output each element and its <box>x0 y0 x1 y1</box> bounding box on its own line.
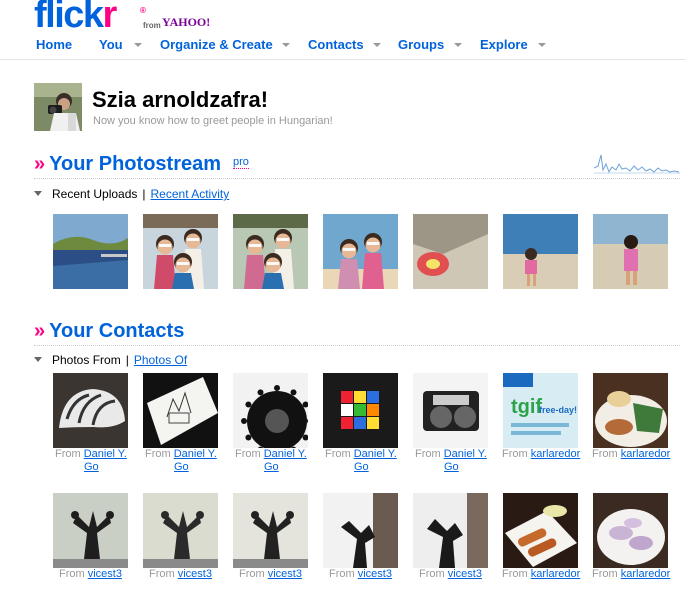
yahoo-logo: YAHOO! <box>162 15 211 29</box>
greeting-title: Szia arnoldzafra! <box>92 87 269 112</box>
photo-caption: From vicest3 <box>419 568 482 580</box>
contact-photo[interactable] <box>593 373 668 448</box>
poster-sub-text: free-day! <box>539 405 577 415</box>
photo-caption: From Daniel Y. Go <box>145 448 217 473</box>
photo-caption: From karlaredor <box>592 568 671 580</box>
nav-organize-menu-arrow-icon[interactable] <box>282 43 290 47</box>
contact-photo[interactable] <box>503 493 578 568</box>
photostream-divider <box>34 178 680 179</box>
nav-explore-menu-arrow-icon[interactable] <box>538 43 546 47</box>
photo-caption: From karlaredor <box>502 568 581 580</box>
author-link[interactable]: Daniel Y. <box>174 448 217 460</box>
author-link[interactable]: vicest3 <box>88 568 122 580</box>
nav-organize-create[interactable]: Organize & Create <box>160 37 273 52</box>
nav-groups-menu-arrow-icon[interactable] <box>454 43 462 47</box>
author-link[interactable]: karlaredor <box>531 568 581 580</box>
contact-photo[interactable] <box>143 373 218 448</box>
photostream-photo[interactable] <box>53 214 128 289</box>
nav-explore[interactable]: Explore <box>480 37 528 52</box>
photo-caption: From vicest3 <box>329 568 392 580</box>
photostream-photo[interactable] <box>323 214 398 289</box>
contact-photo[interactable] <box>323 373 398 448</box>
photo-caption: From vicest3 <box>59 568 122 580</box>
contact-photo[interactable] <box>143 493 218 568</box>
author-link[interactable]: Go <box>264 461 279 473</box>
contact-photo[interactable] <box>593 493 668 568</box>
author-link[interactable]: karlaredor <box>621 568 671 580</box>
author-link[interactable]: karlaredor <box>531 448 581 460</box>
photostream-photo[interactable] <box>413 214 488 289</box>
nav-contacts[interactable]: Contacts <box>308 37 364 52</box>
contact-photo[interactable] <box>323 493 398 568</box>
pro-badge[interactable]: pro <box>233 157 249 169</box>
photostream-photo[interactable] <box>143 214 218 289</box>
tab-photos-from: Photos From <box>52 353 121 367</box>
contacts-tabs: Photos From | Photos Of <box>34 353 187 367</box>
contacts-divider <box>34 345 680 346</box>
author-link[interactable]: vicest3 <box>448 568 482 580</box>
author-link[interactable]: vicest3 <box>358 568 392 580</box>
photostream-photo[interactable] <box>593 214 668 289</box>
avatar[interactable] <box>34 83 82 131</box>
photo-caption: From karlaredor <box>592 448 671 460</box>
nav-groups[interactable]: Groups <box>398 37 444 52</box>
contact-photo[interactable] <box>233 493 308 568</box>
tab-recent-uploads: Recent Uploads <box>52 187 138 201</box>
nav-you[interactable]: You <box>99 37 123 52</box>
tab-photos-of[interactable]: Photos Of <box>134 353 187 367</box>
author-link[interactable]: Go <box>174 461 189 473</box>
author-link[interactable]: Daniel Y. <box>444 448 487 460</box>
author-link[interactable]: Daniel Y. <box>84 448 127 460</box>
photo-caption: From karlaredor <box>502 448 581 460</box>
author-link[interactable]: Daniel Y. <box>264 448 307 460</box>
contacts-heading[interactable]: » Your Contacts <box>34 320 184 343</box>
author-link[interactable]: Go <box>354 461 369 473</box>
tab-recent-activity[interactable]: Recent Activity <box>151 187 230 201</box>
author-link[interactable]: vicest3 <box>178 568 212 580</box>
nav-contacts-menu-arrow-icon[interactable] <box>373 43 381 47</box>
logo-from: from <box>143 21 161 30</box>
photostream-photo[interactable] <box>233 214 308 289</box>
contact-photo[interactable] <box>53 373 128 448</box>
author-link[interactable]: karlaredor <box>621 448 671 460</box>
photostream-photo[interactable] <box>503 214 578 289</box>
contact-photo[interactable] <box>413 493 488 568</box>
contact-photo[interactable] <box>53 493 128 568</box>
photostream-heading[interactable]: » Your Photostream <box>34 153 221 176</box>
author-link[interactable]: Go <box>444 461 459 473</box>
poster-tgif-text: tgif <box>511 396 542 418</box>
contact-photo[interactable]: tgif free-day! <box>503 373 578 448</box>
activity-sparkline-icon[interactable] <box>594 152 680 176</box>
logo-wordmark: flickr <box>34 0 117 36</box>
header-divider <box>0 59 686 60</box>
photo-caption: From Daniel Y. Go <box>325 448 397 473</box>
photo-caption: From Daniel Y. Go <box>235 448 307 473</box>
expand-triangle-icon[interactable] <box>34 357 42 363</box>
photo-caption: From Daniel Y. Go <box>415 448 487 473</box>
author-link[interactable]: Daniel Y. <box>354 448 397 460</box>
photo-caption: From vicest3 <box>149 568 212 580</box>
photo-caption: From vicest3 <box>239 568 302 580</box>
contact-photo[interactable] <box>413 373 488 448</box>
expand-triangle-icon[interactable] <box>34 191 42 197</box>
contact-photo[interactable] <box>233 373 308 448</box>
nav-you-menu-arrow-icon[interactable] <box>134 43 142 47</box>
nav-home[interactable]: Home <box>36 37 72 52</box>
author-link[interactable]: vicest3 <box>268 568 302 580</box>
author-link[interactable]: Go <box>84 461 99 473</box>
photo-caption: From Daniel Y. Go <box>55 448 127 473</box>
photostream-tabs: Recent Uploads | Recent Activity <box>34 187 229 201</box>
greeting-subtitle: Now you know how to greet people in Hung… <box>93 115 333 127</box>
